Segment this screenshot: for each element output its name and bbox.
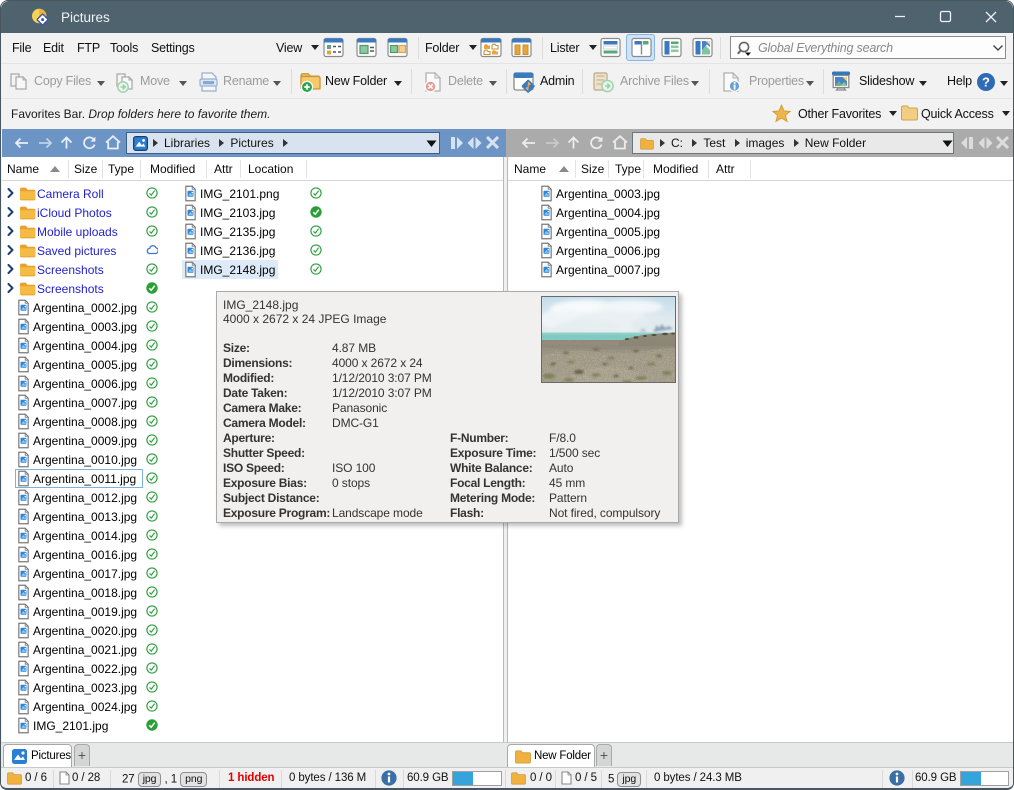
svg-text:?: ?: [982, 75, 990, 90]
